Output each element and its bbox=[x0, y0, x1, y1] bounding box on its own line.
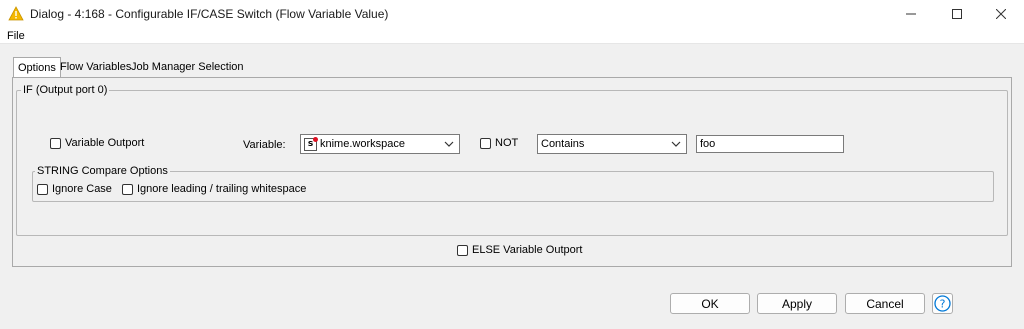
not-checkbox[interactable]: NOT bbox=[480, 137, 518, 149]
ignore-case-checkbox[interactable]: Ignore Case bbox=[37, 183, 112, 195]
ignore-whitespace-checkbox[interactable]: Ignore leading / trailing whitespace bbox=[122, 183, 306, 195]
ignore-case-label: Ignore Case bbox=[52, 183, 112, 195]
close-button[interactable] bbox=[978, 0, 1024, 28]
variable-outport-checkbox[interactable]: Variable Outport bbox=[50, 137, 144, 149]
maximize-button[interactable] bbox=[934, 0, 980, 28]
compare-value-input[interactable]: foo bbox=[696, 135, 844, 153]
operator-select-value: Contains bbox=[541, 138, 585, 150]
variable-outport-label: Variable Outport bbox=[65, 137, 145, 149]
tab-options[interactable]: Options bbox=[13, 57, 61, 78]
checkbox-box[interactable] bbox=[50, 137, 61, 149]
ok-button[interactable]: OK bbox=[670, 293, 750, 314]
help-button[interactable]: ? bbox=[932, 293, 953, 314]
string-compare-options-title: STRING Compare Options bbox=[35, 165, 170, 177]
minimize-button[interactable] bbox=[888, 0, 934, 28]
checkbox-box[interactable] bbox=[122, 183, 133, 195]
variable-select-value: knime.workspace bbox=[320, 138, 405, 150]
checkbox-box[interactable] bbox=[480, 137, 491, 149]
chevron-down-icon bbox=[444, 141, 454, 147]
svg-text:?: ? bbox=[940, 298, 946, 311]
window-title: Dialog - 4:168 - Configurable IF/CASE Sw… bbox=[30, 7, 389, 21]
variable-select[interactable]: s knime.workspace bbox=[300, 134, 460, 154]
warning-triangle-icon bbox=[8, 6, 24, 21]
else-variable-outport-label: ELSE Variable Outport bbox=[472, 244, 583, 256]
cancel-button[interactable]: Cancel bbox=[845, 293, 925, 314]
options-panel: IF (Output port 0) Variable Outport Vari… bbox=[12, 77, 1012, 267]
checkbox-box[interactable] bbox=[37, 183, 48, 195]
close-icon bbox=[996, 9, 1006, 19]
apply-button[interactable]: Apply bbox=[757, 293, 837, 314]
operator-select[interactable]: Contains bbox=[537, 134, 687, 154]
title-bar: Dialog - 4:168 - Configurable IF/CASE Sw… bbox=[0, 0, 1024, 28]
help-icon: ? bbox=[934, 295, 951, 312]
if-group: IF (Output port 0) Variable Outport Vari… bbox=[16, 84, 1008, 236]
string-type-icon: s bbox=[304, 136, 318, 151]
not-label: NOT bbox=[495, 137, 519, 149]
menu-bar: File bbox=[0, 28, 1024, 44]
else-variable-outport-checkbox[interactable]: ELSE Variable Outport bbox=[457, 244, 582, 256]
checkbox-box[interactable] bbox=[457, 244, 468, 256]
variable-label: Variable: bbox=[243, 139, 286, 151]
tab-job-manager-selection[interactable]: Job Manager Selection bbox=[127, 59, 248, 77]
string-compare-options-group: STRING Compare Options Ignore Case Ignor… bbox=[32, 165, 994, 202]
tab-flow-variables[interactable]: Flow Variables bbox=[56, 59, 135, 77]
chevron-down-icon bbox=[671, 141, 681, 147]
menu-file[interactable]: File bbox=[7, 30, 25, 42]
if-group-title: IF (Output port 0) bbox=[21, 84, 110, 96]
ignore-whitespace-label: Ignore leading / trailing whitespace bbox=[137, 183, 307, 195]
minimize-icon bbox=[906, 13, 916, 15]
maximize-icon bbox=[952, 9, 962, 19]
